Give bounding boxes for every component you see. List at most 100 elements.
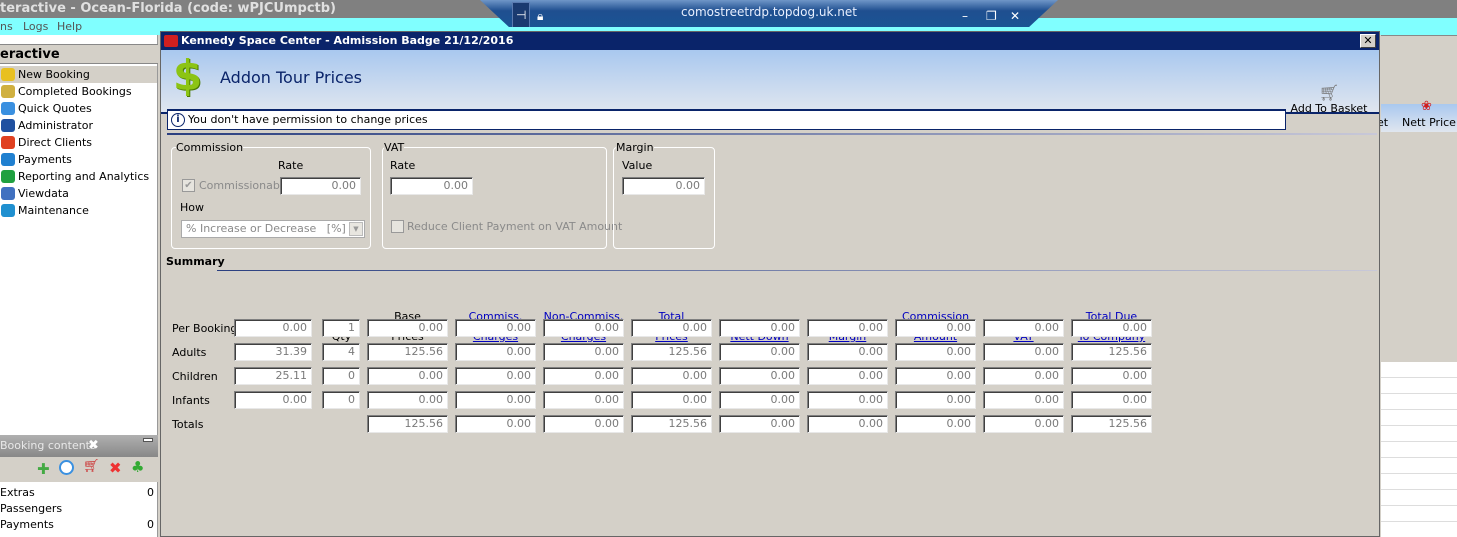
how-select[interactable]: % Increase or Decrease [%] ▼ — [181, 220, 365, 238]
summary-cell[interactable]: 0.00 — [983, 391, 1064, 409]
summary-cell[interactable]: 0.00 — [543, 367, 624, 385]
summary-cell[interactable]: 0.00 — [455, 415, 536, 433]
qty-input[interactable]: 1 — [322, 319, 360, 337]
summary-cell[interactable]: 0.00 — [719, 343, 800, 361]
summary-cell[interactable]: 0.00 — [367, 367, 448, 385]
summary-cell[interactable]: 125.56 — [631, 415, 712, 433]
add-icon[interactable]: ✚ — [37, 460, 50, 478]
summary-cell[interactable]: 0.00 — [367, 319, 448, 337]
sidebar-item-direct-clients[interactable]: Direct Clients — [0, 134, 157, 151]
restore-icon[interactable]: ❐ — [986, 4, 997, 27]
unit-price-input[interactable]: 0.00 — [234, 391, 312, 409]
basket-arrow-icon[interactable]: 🛒︎ — [83, 459, 100, 474]
qty-input[interactable]: 0 — [322, 367, 360, 385]
summary-cell[interactable]: 0.00 — [807, 391, 888, 409]
summary-cell[interactable]: 125.56 — [1071, 343, 1152, 361]
booking-contents-item[interactable]: Payments 0 — [0, 518, 157, 534]
summary-cell[interactable]: 0.00 — [631, 391, 712, 409]
unit-price-input[interactable]: 25.11 — [234, 367, 312, 385]
menu-help[interactable]: Help — [57, 18, 82, 35]
palm-tree-icon[interactable]: ♣ — [131, 458, 144, 476]
pin-icon[interactable]: ⊣ — [512, 2, 531, 27]
sidebar-item-quick-quotes[interactable]: Quick Quotes — [0, 100, 157, 117]
people-icon — [1, 136, 15, 149]
minimize-icon[interactable] — [143, 438, 153, 442]
delete-icon[interactable]: ✖ — [109, 459, 122, 477]
summary-cell[interactable]: 0.00 — [895, 415, 976, 433]
summary-cell[interactable]: 0.00 — [807, 343, 888, 361]
summary-cell[interactable]: 0.00 — [543, 415, 624, 433]
summary-cell[interactable]: 0.00 — [719, 319, 800, 337]
qty-input[interactable]: 0 — [322, 391, 360, 409]
summary-cell[interactable]: 0.00 — [1071, 391, 1152, 409]
sidebar: eractive New Booking Completed Bookings Qu… — [0, 35, 158, 435]
summary-cell[interactable]: 0.00 — [719, 415, 800, 433]
sidebar-item-administrator[interactable]: Administrator — [0, 117, 157, 134]
booking-contents-item[interactable]: Passengers — [0, 502, 157, 518]
summary-cell[interactable]: 0.00 — [719, 391, 800, 409]
sidebar-item-label: Viewdata — [18, 187, 69, 200]
card-dollar-icon — [1, 153, 15, 166]
summary-cell[interactable]: 0.00 — [455, 367, 536, 385]
summary-cell[interactable]: 0.00 — [807, 319, 888, 337]
sidebar-item-new-booking[interactable]: New Booking — [0, 66, 157, 83]
summary-cell[interactable]: 125.56 — [1071, 415, 1152, 433]
summary-cell[interactable]: 0.00 — [807, 367, 888, 385]
vat-rate-input[interactable]: 0.00 — [390, 177, 473, 195]
booking-contents-item[interactable]: Extras 0 — [0, 486, 157, 502]
margin-value-input[interactable]: 0.00 — [622, 177, 705, 195]
summary-cell[interactable]: 0.00 — [543, 319, 624, 337]
sidebar-item-reporting-and-analytics[interactable]: Reporting and Analytics — [0, 168, 157, 185]
minimize-icon[interactable]: – — [962, 4, 968, 27]
sidebar-item-label: Maintenance — [18, 204, 89, 217]
reduce-client-payment-checkbox[interactable] — [391, 220, 404, 233]
summary-cell[interactable]: 0.00 — [983, 319, 1064, 337]
sidebar-item-viewdata[interactable]: Viewdata — [0, 185, 157, 202]
summary-cell[interactable]: 125.56 — [631, 343, 712, 361]
summary-cell[interactable]: 0.00 — [983, 367, 1064, 385]
qty-input[interactable]: 4 — [322, 343, 360, 361]
dialog-close-button[interactable]: ✕ — [1360, 34, 1376, 48]
add-to-basket-button[interactable]: 🛒︎ Add To Basket — [1289, 83, 1369, 116]
sidebar-item-payments[interactable]: Payments — [0, 151, 157, 168]
chevron-down-icon[interactable]: ▼ — [349, 222, 363, 236]
summary-cell[interactable]: 0.00 — [895, 319, 976, 337]
unit-price-input[interactable]: 31.39 — [234, 343, 312, 361]
summary-cell[interactable]: 0.00 — [895, 391, 976, 409]
close-icon[interactable]: ✖ — [88, 435, 99, 457]
commission-rate-input[interactable]: 0.00 — [280, 177, 361, 195]
summary-cell[interactable]: 0.00 — [895, 343, 976, 361]
summary-cell[interactable]: 0.00 — [807, 415, 888, 433]
lock-icon[interactable]: 🔒︎ — [537, 4, 543, 27]
summary-cell[interactable]: 125.56 — [367, 415, 448, 433]
background-window: et ❀ Nett Price — [1377, 35, 1457, 537]
summary-cell[interactable]: 0.00 — [983, 343, 1064, 361]
row-label: Infants — [172, 394, 210, 407]
summary-cell[interactable]: 0.00 — [455, 343, 536, 361]
summary-cell[interactable]: 125.56 — [367, 343, 448, 361]
nett-price-button[interactable]: Nett Price — [1402, 116, 1456, 129]
summary-cell[interactable]: 0.00 — [631, 367, 712, 385]
summary-cell[interactable]: 0.00 — [1071, 367, 1152, 385]
summary-cell[interactable]: 0.00 — [543, 343, 624, 361]
commissionable-checkbox[interactable]: ✔ — [182, 179, 195, 192]
menu-item[interactable]: ns — [0, 18, 13, 35]
info-message: i You don't have permission to change pri… — [167, 109, 1286, 130]
close-icon[interactable]: ✕ — [1010, 4, 1020, 27]
summary-cell[interactable]: 0.00 — [895, 367, 976, 385]
summary-cell[interactable]: 0.00 — [543, 391, 624, 409]
summary-cell[interactable]: 0.00 — [455, 391, 536, 409]
menu-logs[interactable]: Logs — [23, 18, 48, 35]
summary-cell[interactable]: 0.00 — [983, 415, 1064, 433]
basket-icon: 🛒︎ — [1318, 83, 1340, 102]
clock-icon[interactable] — [59, 460, 74, 475]
sidebar-item-maintenance[interactable]: Maintenance — [0, 202, 157, 219]
summary-cell[interactable]: 0.00 — [631, 319, 712, 337]
summary-cell[interactable]: 0.00 — [367, 391, 448, 409]
unit-price-input[interactable]: 0.00 — [234, 319, 312, 337]
sidebar-item-completed-bookings[interactable]: Completed Bookings — [0, 83, 157, 100]
summary-cell[interactable]: 0.00 — [719, 367, 800, 385]
summary-cell[interactable]: 0.00 — [1071, 319, 1152, 337]
rdp-host: comostreetrdp.topdog.uk.net — [681, 5, 857, 19]
summary-cell[interactable]: 0.00 — [455, 319, 536, 337]
